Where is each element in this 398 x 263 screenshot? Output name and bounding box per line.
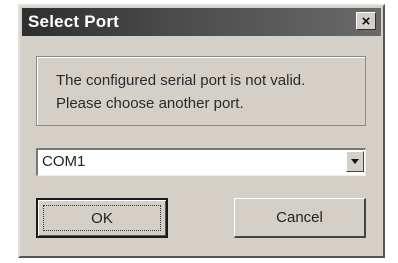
message-line-2: Please choose another port. — [56, 95, 244, 112]
dialog-title: Select Port — [28, 12, 120, 31]
focus-ring — [43, 205, 161, 231]
port-dropdown[interactable]: COM1 — [36, 148, 366, 176]
close-button[interactable]: × — [356, 12, 376, 30]
cancel-button-label: Cancel — [276, 209, 323, 226]
chevron-down-icon — [351, 159, 359, 164]
select-port-dialog: Select Port × The configured serial port… — [18, 4, 385, 258]
message-panel: The configured serial port is not valid.… — [36, 56, 366, 126]
close-icon: × — [361, 12, 371, 30]
port-dropdown-value: COM1 — [42, 153, 86, 170]
ok-button[interactable]: OK — [36, 198, 168, 238]
cancel-button[interactable]: Cancel — [234, 198, 366, 238]
title-bar[interactable]: Select Port × — [22, 8, 381, 36]
message-line-1: The configured serial port is not valid. — [56, 72, 306, 89]
dropdown-arrow-button[interactable] — [346, 151, 364, 172]
